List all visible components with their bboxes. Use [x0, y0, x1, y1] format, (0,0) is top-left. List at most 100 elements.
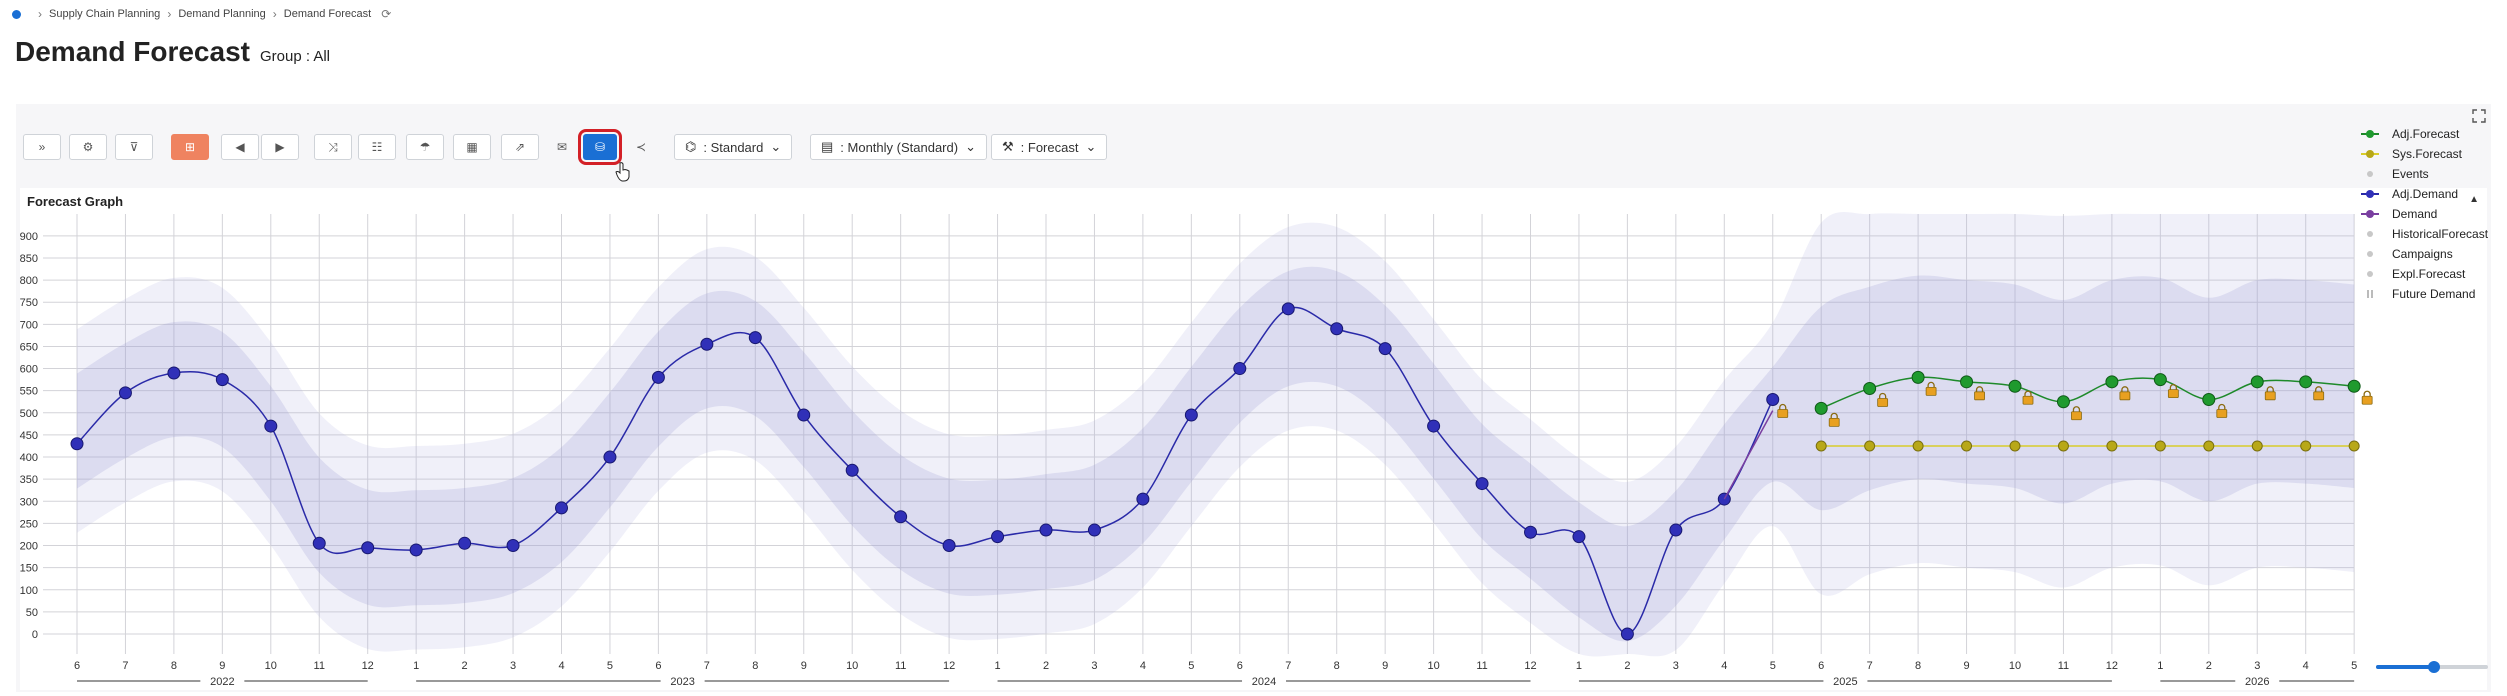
data-point	[1863, 381, 1877, 395]
data-point	[1378, 342, 1392, 356]
x-tick-label: 9	[219, 660, 225, 672]
year-label: 2026	[2245, 676, 2269, 688]
forecast-chart: 0 50 100 150 200 250 300 350 400 450 500 550 600 650 7…	[20, 211, 2373, 688]
data-point	[1669, 523, 1683, 537]
y-tick-label: 800	[20, 275, 38, 287]
data-point	[797, 408, 811, 422]
x-tick-label: 6	[1818, 660, 1824, 672]
y-tick-label: 100	[20, 585, 38, 597]
data-point	[2299, 375, 2313, 389]
x-tick-label: 11	[314, 660, 325, 672]
year-brackets: 2022 2023 2024 2025 2026	[77, 676, 2355, 688]
year-label: 2024	[1252, 676, 1276, 688]
data-point	[1039, 523, 1053, 537]
y-tick-label: 850	[20, 253, 38, 265]
swatch-dot	[2366, 150, 2374, 158]
lock-body	[1828, 417, 1840, 427]
y-tick-label: 300	[20, 496, 38, 508]
x-tick-label: 3	[1091, 660, 1097, 672]
legend-label: Sys.Forecast	[2392, 147, 2463, 161]
data-point	[1911, 370, 1925, 384]
legend-item-adj-demand[interactable]: Adj.Demand	[2360, 186, 2458, 202]
x-tick-label: 7	[122, 660, 128, 672]
lock-body	[2361, 395, 2373, 405]
legend-item-events[interactable]: Events	[2360, 166, 2429, 182]
y-tick-label: 250	[20, 518, 38, 530]
y-tick-label: 350	[20, 474, 38, 486]
data-point	[1136, 492, 1150, 506]
data-point	[1524, 525, 1537, 539]
x-tick-label: 9	[1963, 660, 1969, 672]
x-tick-label: 1	[413, 660, 419, 672]
x-tick-label: 11	[2058, 660, 2069, 672]
x-tick-label: 2	[2206, 660, 2212, 672]
data-point	[1961, 440, 1973, 452]
legend-item-campaigns[interactable]: Campaigns	[2360, 246, 2453, 262]
lock-body	[2167, 389, 2179, 399]
data-point	[894, 510, 908, 524]
x-tick-label: 8	[171, 660, 177, 672]
legend-item-future-demand[interactable]: Future Demand	[2360, 286, 2475, 302]
legend-label: Future Demand	[2392, 287, 2476, 301]
x-tick-label: 8	[1334, 660, 1340, 672]
y-tick-label: 450	[20, 430, 38, 442]
data-point	[1815, 440, 1827, 452]
lock-body	[2264, 391, 2276, 401]
swatch-dot	[2367, 271, 2373, 277]
slider-handle[interactable]	[2428, 661, 2440, 673]
legend-swatch	[2361, 210, 2379, 218]
data-point	[2203, 440, 2215, 452]
y-tick-label: 50	[26, 607, 38, 619]
year-label: 2025	[1833, 676, 1857, 688]
x-tick-label: 1	[2157, 660, 2163, 672]
y-tick-label: 400	[20, 452, 38, 464]
mouse-cursor-icon	[615, 162, 630, 182]
x-tick-label: 9	[1382, 660, 1388, 672]
lock-body	[2313, 391, 2325, 401]
x-tick-label: 4	[1140, 660, 1146, 672]
data-point	[118, 386, 132, 400]
y-tick-label: 700	[20, 319, 38, 331]
data-point	[651, 370, 665, 384]
page: › Supply Chain Planning › Demand Plannin…	[0, 0, 2507, 696]
data-point	[2347, 379, 2361, 393]
x-tick-label: 5	[1770, 660, 1776, 672]
data-point	[264, 419, 278, 433]
data-point	[1427, 419, 1441, 433]
data-point	[2009, 440, 2021, 452]
x-tick-label: 6	[1237, 660, 1243, 672]
data-point	[1184, 408, 1198, 422]
legend-item-historicalforecast[interactable]: HistoricalForecast	[2360, 226, 2488, 242]
swatch-dot	[2367, 231, 2373, 237]
x-tick-label: 10	[2009, 660, 2021, 672]
legend-swatch	[2367, 271, 2373, 277]
year-label: 2022	[210, 676, 234, 688]
data-point	[1912, 440, 1924, 452]
x-tick-label: 4	[558, 660, 564, 672]
data-point	[2057, 440, 2069, 452]
legend-label: Adj.Demand	[2392, 187, 2459, 201]
x-tick-label: 2	[1624, 660, 1630, 672]
legend-item-adj-forecast[interactable]: Adj.Forecast	[2360, 126, 2459, 142]
x-tick-label: 10	[846, 660, 858, 672]
data-point	[2008, 379, 2022, 393]
data-point	[1960, 375, 1974, 389]
y-tick-label: 500	[20, 408, 38, 420]
x-tick-label: 8	[752, 660, 758, 672]
data-point	[2056, 395, 2070, 409]
zoom-slider[interactable]	[2376, 660, 2488, 674]
legend-swatch	[2367, 171, 2373, 177]
lock-body	[1974, 391, 1985, 401]
legend-swatch	[2361, 130, 2379, 138]
data-point	[167, 366, 181, 380]
legend-item-demand[interactable]: Demand	[2360, 206, 2437, 222]
data-point	[2348, 440, 2360, 452]
x-tick-label: 7	[1867, 660, 1873, 672]
legend-swatch	[2361, 190, 2379, 198]
legend-item-expl-forecast[interactable]: Expl.Forecast	[2360, 266, 2465, 282]
data-point	[458, 536, 472, 550]
data-point	[1281, 302, 1295, 316]
swatch-bar	[2371, 290, 2373, 298]
legend-item-sys-forecast[interactable]: Sys.Forecast	[2360, 146, 2462, 162]
x-tick-label: 3	[2254, 660, 2260, 672]
